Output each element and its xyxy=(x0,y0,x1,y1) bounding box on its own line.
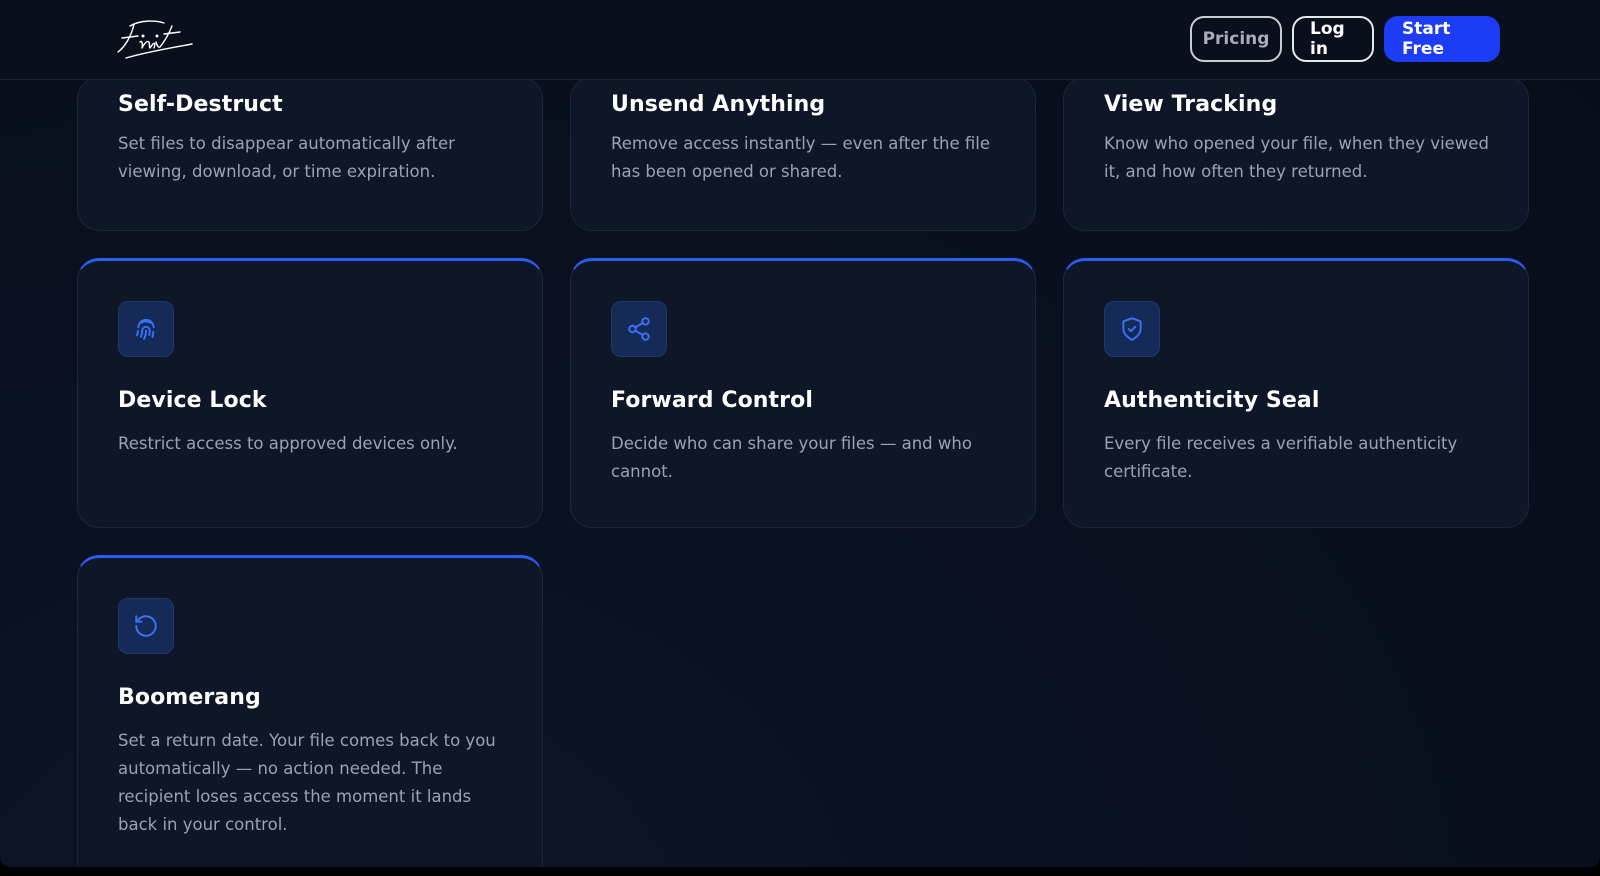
feature-title: Unsend Anything xyxy=(611,92,826,117)
feature-card-forward-control: Forward Control Decide who can share you… xyxy=(570,258,1036,528)
pricing-button[interactable]: Pricing xyxy=(1190,16,1282,62)
feature-description: Set files to disappear automatically aft… xyxy=(118,134,455,181)
feature-title: View Tracking xyxy=(1104,92,1278,117)
login-button[interactable]: Log in xyxy=(1292,16,1374,62)
fingerprint-icon xyxy=(118,301,174,357)
share-icon xyxy=(611,301,667,357)
finit-logo-signature xyxy=(117,20,193,59)
feature-description: Restrict access to approved devices only… xyxy=(118,434,458,453)
rotate-ccw-icon xyxy=(118,598,174,654)
feature-card-view-tracking: View Tracking Know who opened your file,… xyxy=(1063,77,1529,231)
page-viewport: Pricing Log in Start Free Self-Destruct … xyxy=(0,0,1600,867)
feature-description: Decide who can share your files — and wh… xyxy=(611,434,972,481)
feature-description: Know who opened your file, when they vie… xyxy=(1104,134,1489,181)
feature-card-self-destruct: Self-Destruct Set files to disappear aut… xyxy=(77,77,543,231)
nav-actions: Pricing Log in Start Free xyxy=(1190,16,1500,62)
finit-logo[interactable] xyxy=(112,14,196,62)
feature-title: Boomerang xyxy=(118,685,261,710)
top-nav: Pricing Log in Start Free xyxy=(0,0,1600,80)
feature-title: Authenticity Seal xyxy=(1104,388,1320,413)
feature-title: Self-Destruct xyxy=(118,92,283,117)
feature-description: Remove access instantly — even after the… xyxy=(611,134,991,181)
shield-check-icon xyxy=(1104,301,1160,357)
feature-card-authenticity-seal: Authenticity Seal Every file receives a … xyxy=(1063,258,1529,528)
feature-description: Set a return date. Your file comes back … xyxy=(118,731,496,834)
feature-title: Forward Control xyxy=(611,388,813,413)
feature-title: Device Lock xyxy=(118,388,267,413)
start-free-button[interactable]: Start Free xyxy=(1384,16,1500,62)
feature-card-unsend-anything: Unsend Anything Remove access instantly … xyxy=(570,77,1036,231)
feature-card-boomerang: Boomerang Set a return date. Your file c… xyxy=(77,555,543,867)
feature-description: Every file receives a verifiable authent… xyxy=(1104,434,1458,481)
feature-card-device-lock: Device Lock Restrict access to approved … xyxy=(77,258,543,528)
